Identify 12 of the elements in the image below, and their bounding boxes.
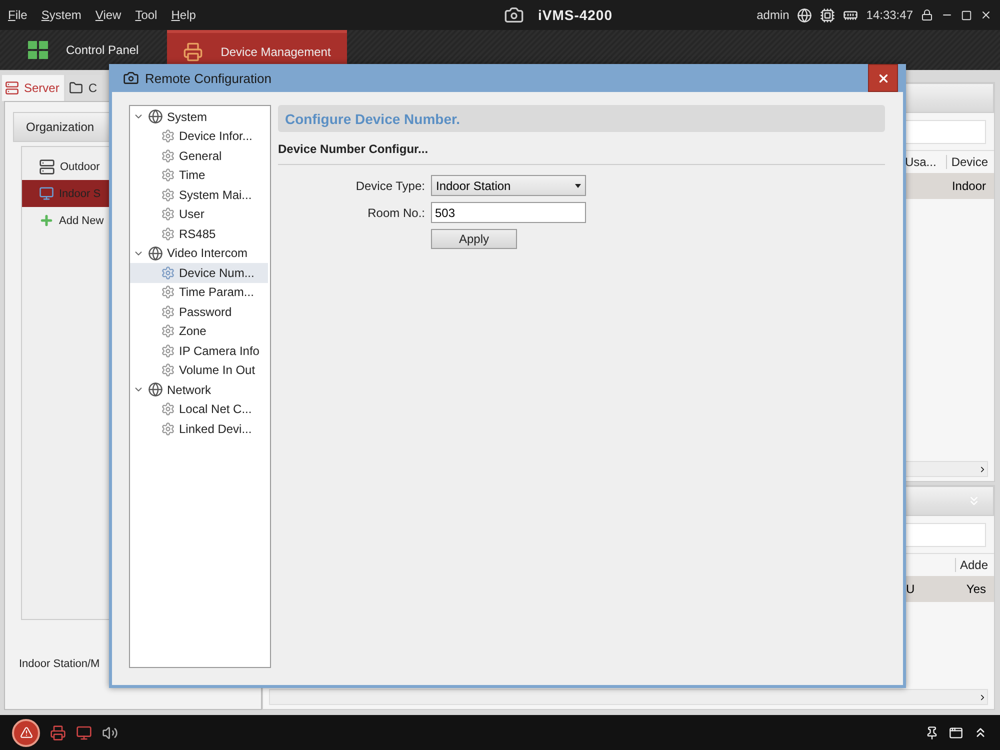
page-heading: Configure Device Number. xyxy=(278,105,885,132)
field-label: Room No.: xyxy=(366,206,425,220)
clock-time: 14:33:47 xyxy=(866,8,913,22)
user-name: admin xyxy=(756,8,790,22)
table-cell: Yes xyxy=(966,582,986,596)
app-title: iVMS-4200 xyxy=(538,7,613,23)
table-cell: Indoor xyxy=(952,179,986,193)
field-label: Device Type: xyxy=(354,178,425,192)
section-title: Device Number Configur... xyxy=(278,142,885,165)
device-type-label: Indoor Station/M xyxy=(18,658,101,670)
dialog-title: Remote Configuration xyxy=(145,70,272,86)
table-cell: U xyxy=(906,582,915,596)
